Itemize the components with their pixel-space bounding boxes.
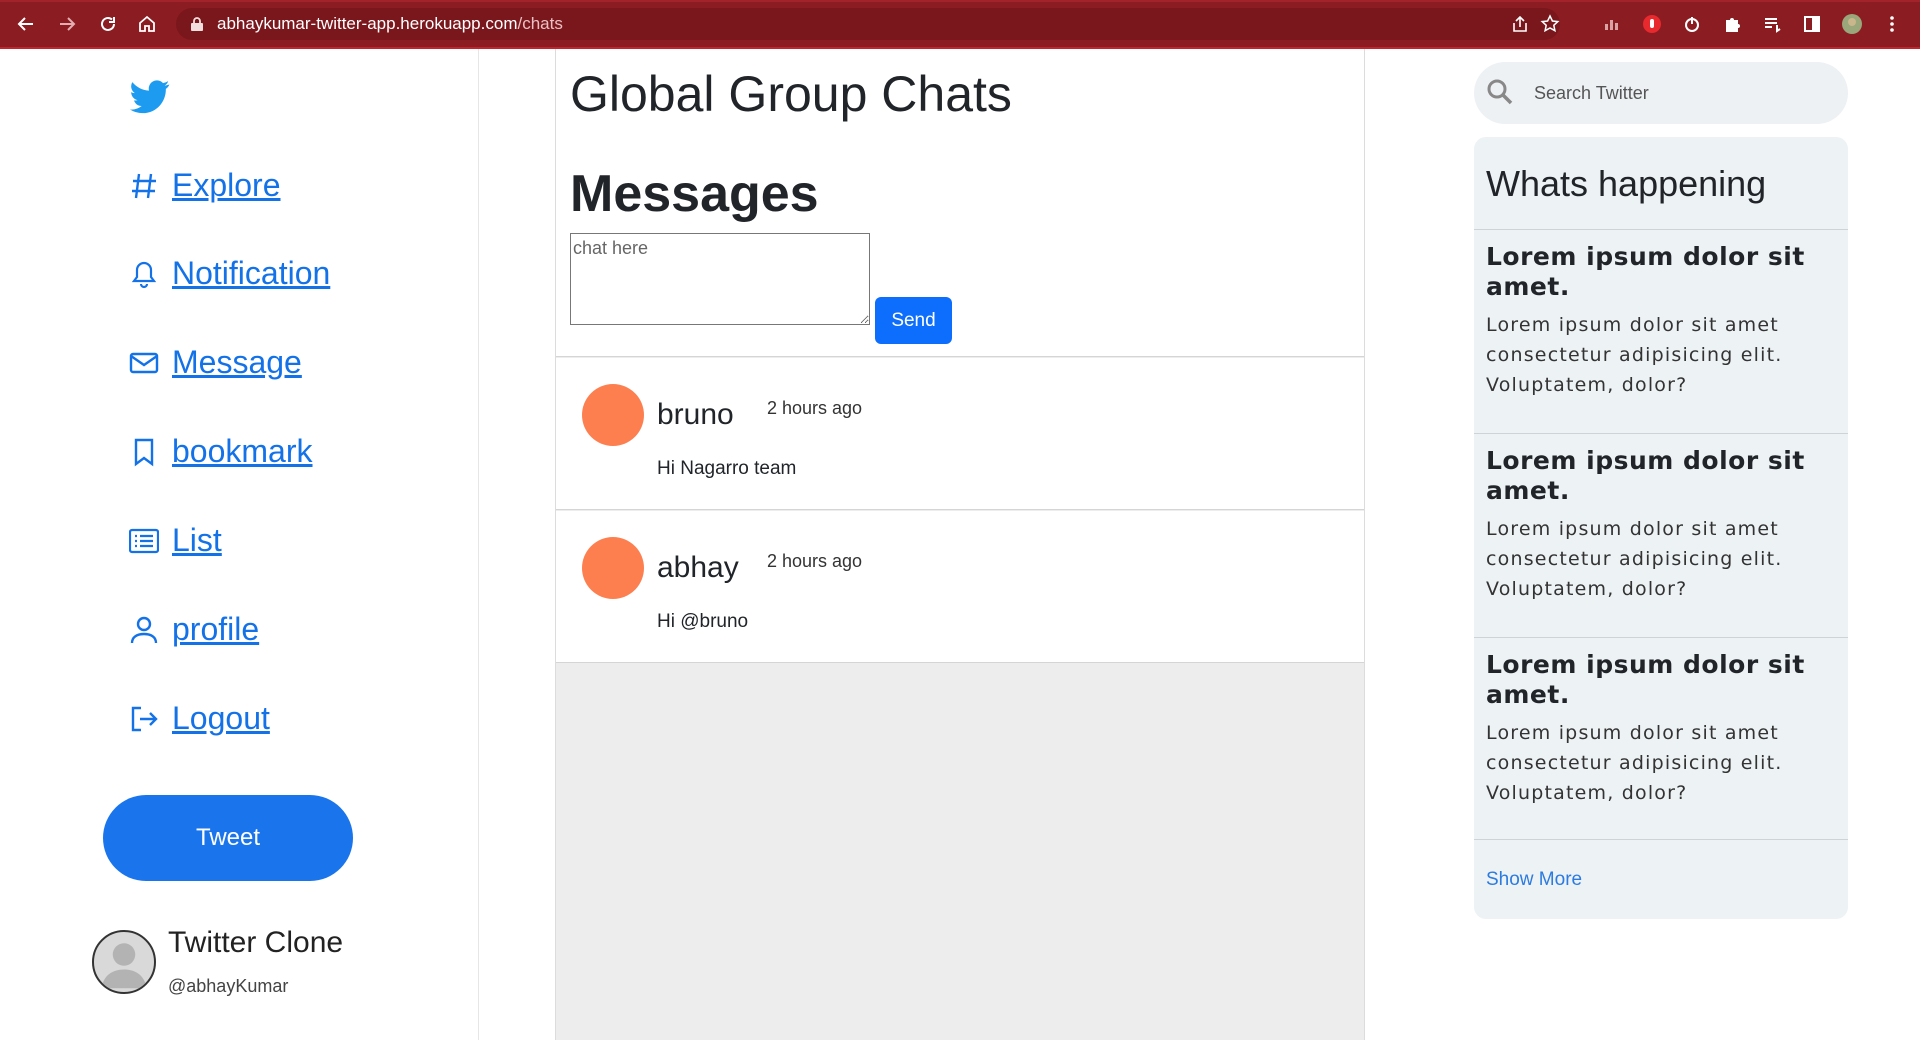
browser-profile-avatar[interactable]	[1840, 12, 1864, 36]
profile-handle: @abhayKumar	[168, 976, 289, 996]
chat-input[interactable]	[570, 233, 870, 325]
sidebar-item-list[interactable]: List	[128, 522, 222, 559]
person-icon	[128, 614, 160, 646]
tweet-button[interactable]: Tweet	[103, 795, 353, 881]
sidebar-item-label: List	[172, 522, 222, 558]
page-title: Global Group Chats	[570, 66, 1012, 122]
search-bar	[1474, 62, 1848, 124]
default-avatar-icon	[101, 943, 147, 989]
profile-name: Twitter Clone	[168, 926, 344, 959]
message-text: Hi Nagarro team	[657, 458, 797, 479]
show-more-link[interactable]: Show More	[1486, 869, 1582, 891]
extension-power-icon[interactable]	[1680, 12, 1704, 36]
message-timestamp: 2 hours ago	[767, 551, 863, 571]
url-path: /chats	[517, 14, 563, 33]
message-timestamp: 2 hours ago	[767, 398, 863, 418]
sidebar-item-label: Logout	[172, 700, 270, 736]
browser-toolbar: abhaykumar-twitter-app.herokuapp.com/cha…	[0, 0, 1920, 49]
avatar[interactable]	[92, 930, 156, 994]
back-icon[interactable]	[14, 12, 38, 36]
bell-icon	[128, 258, 160, 290]
trend-body: Lorem ipsum dolor sit amet consectetur a…	[1486, 722, 1783, 804]
extension-chart-icon[interactable]	[1600, 12, 1624, 36]
chat-header: Global Group Chats Messages Send	[556, 49, 1364, 357]
sidebar-item-notification[interactable]: Notification	[128, 255, 330, 292]
trend-item[interactable]: Lorem ipsum dolor sit amet. Lorem ipsum …	[1474, 433, 1848, 637]
url-host: abhaykumar-twitter-app.herokuapp.com	[217, 14, 518, 33]
forward-icon[interactable]	[55, 12, 79, 36]
trend-item[interactable]: Lorem ipsum dolor sit amet. Lorem ipsum …	[1474, 229, 1848, 433]
address-bar[interactable]: abhaykumar-twitter-app.herokuapp.com/cha…	[176, 8, 1560, 40]
side-panel-icon[interactable]	[1800, 12, 1824, 36]
message-username: bruno	[657, 398, 734, 431]
sidebar-item-bookmark[interactable]: bookmark	[128, 433, 313, 470]
trend-title: Lorem ipsum dolor sit amet.	[1486, 242, 1805, 301]
sidebar-item-label: profile	[172, 611, 260, 647]
star-icon[interactable]	[1540, 14, 1560, 34]
list-item: abhay 2 hours ago Hi @bruno	[556, 511, 1364, 663]
sidebar-item-label: bookmark	[172, 433, 313, 469]
trend-title: Lorem ipsum dolor sit amet.	[1486, 650, 1805, 709]
avatar	[582, 537, 644, 599]
bookmark-icon	[128, 436, 160, 468]
sidebar-item-profile[interactable]: profile	[128, 611, 259, 648]
trend-body: Lorem ipsum dolor sit amet consectetur a…	[1486, 314, 1783, 396]
twitter-bird-icon[interactable]	[130, 79, 170, 115]
trend-title: Lorem ipsum dolor sit amet.	[1486, 446, 1805, 505]
hash-icon	[128, 170, 160, 202]
logout-icon	[128, 703, 160, 735]
trend-item[interactable]: Lorem ipsum dolor sit amet. Lorem ipsum …	[1474, 637, 1848, 841]
search-icon	[1487, 79, 1513, 105]
sidebar-item-logout[interactable]: Logout	[128, 700, 270, 737]
extensions-puzzle-icon[interactable]	[1720, 12, 1744, 36]
sidebar-item-label: Message	[172, 344, 302, 380]
message-username: abhay	[657, 551, 739, 584]
message-text: Hi @bruno	[657, 611, 749, 632]
search-input[interactable]	[1532, 76, 1832, 110]
reload-icon[interactable]	[96, 12, 120, 36]
sidebar-item-label: Explore	[172, 167, 281, 203]
list-icon	[128, 525, 160, 557]
lock-icon	[191, 17, 203, 31]
divider	[1474, 839, 1848, 840]
sidebar-item-label: Notification	[172, 255, 331, 291]
main-feed: Global Group Chats Messages Send bruno 2…	[555, 49, 1365, 1040]
share-icon[interactable]	[1510, 14, 1530, 34]
sidebar-item-explore[interactable]: Explore	[128, 167, 281, 204]
extension-hand-icon[interactable]	[1640, 12, 1664, 36]
toolbar-top-line	[0, 0, 1920, 2]
menu-dots-icon[interactable]	[1880, 12, 1904, 36]
avatar	[582, 384, 644, 446]
left-sidebar: Explore Notification Message bookmark Li…	[0, 49, 479, 1040]
reading-list-icon[interactable]	[1760, 12, 1784, 36]
send-button[interactable]: Send	[875, 297, 952, 344]
sidebar-item-message[interactable]: Message	[128, 344, 302, 381]
whats-happening-panel: Whats happening Lorem ipsum dolor sit am…	[1474, 137, 1848, 919]
envelope-icon	[128, 347, 160, 379]
trend-body: Lorem ipsum dolor sit amet consectetur a…	[1486, 518, 1783, 600]
home-icon[interactable]	[135, 12, 159, 36]
address-url: abhaykumar-twitter-app.herokuapp.com/cha…	[217, 14, 563, 34]
messages-heading: Messages	[570, 165, 819, 223]
list-item: bruno 2 hours ago Hi Nagarro team	[556, 358, 1364, 510]
happening-title: Whats happening	[1486, 163, 1767, 204]
